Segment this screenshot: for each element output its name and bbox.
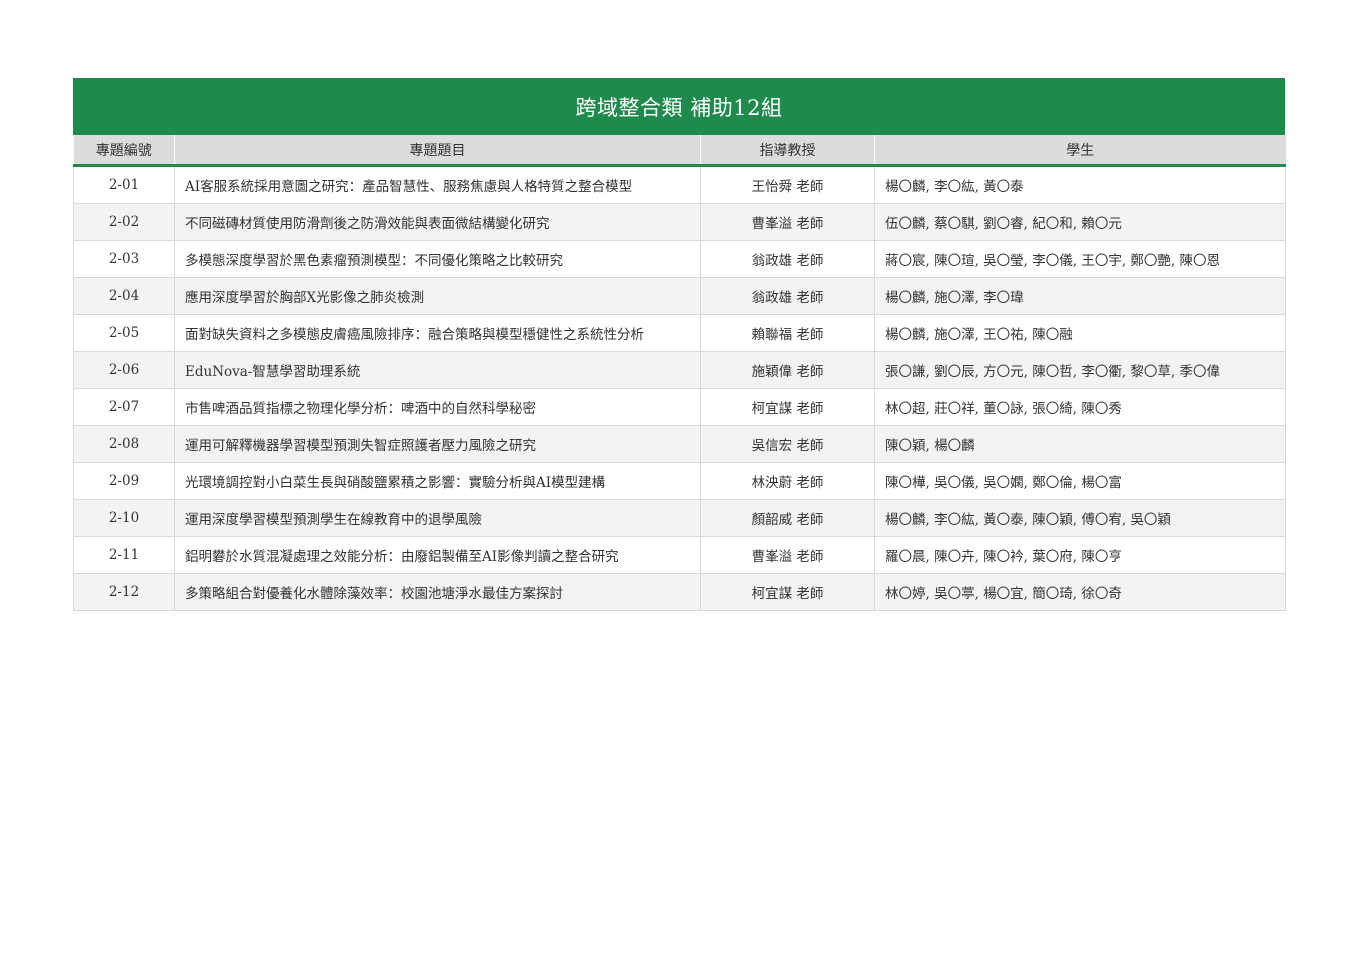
header-project-id: 專題編號 (73, 135, 175, 167)
project-title-cell: 運用深度學習模型預測學生在線教育中的退學風險 (174, 499, 701, 537)
project-id-cell: 2-08 (73, 425, 175, 463)
project-title-cell: 多模態深度學習於黑色素瘤預測模型：不同優化策略之比較研究 (174, 240, 701, 278)
students-cell: 楊〇麟, 李〇紘, 黃〇泰, 陳〇穎, 傅〇宥, 吳〇穎 (874, 499, 1286, 537)
students-cell: 張〇謙, 劉〇辰, 方〇元, 陳〇哲, 李〇衢, 黎〇草, 季〇偉 (874, 351, 1286, 389)
students-cell: 林〇婷, 吳〇葶, 楊〇宜, 簡〇琦, 徐〇奇 (874, 573, 1286, 611)
project-id-cell: 2-01 (73, 165, 175, 204)
students-cell: 蔣〇宸, 陳〇瑄, 吳〇瑩, 李〇儀, 王〇宇, 鄭〇艷, 陳〇恩 (874, 240, 1286, 278)
table-header: 專題編號 專題題目 指導教授 學生 (73, 135, 1286, 167)
project-id-cell: 2-09 (73, 462, 175, 500)
table-row: 2-11 鋁明礬於水質混凝處理之效能分析：由廢鋁製備至AI影像判讀之整合研究 曹峯溢… (73, 536, 1286, 574)
advisor-cell: 翁政雄 老師 (700, 240, 875, 278)
project-title-cell: EduNova-智慧學習助理系統 (174, 351, 701, 389)
project-title-cell: 運用可解釋機器學習模型預測失智症照護者壓力風險之研究 (174, 425, 701, 463)
advisor-cell: 曹峯溢 老師 (700, 203, 875, 241)
project-id-cell: 2-11 (73, 536, 175, 574)
project-id-cell: 2-04 (73, 277, 175, 315)
table-body: 2-01 AI客服系統採用意圖之研究：產品智慧性、服務焦慮與人格特質之整合模型 王怡… (73, 165, 1286, 611)
project-title-cell: 多策略組合對優養化水體除藻效率：校園池塘淨水最佳方案探討 (174, 573, 701, 611)
projects-table: 專題編號 專題題目 指導教授 學生 2-01 AI客服系統採用意圖之研究：產品智慧… (73, 135, 1286, 611)
table-row: 2-02 不同磁磚材質使用防滑劑後之防滑效能與表面微結構變化研究 曹峯溢 老師 伍〇麟… (73, 203, 1286, 241)
project-title-cell: 不同磁磚材質使用防滑劑後之防滑效能與表面微結構變化研究 (174, 203, 701, 241)
advisor-cell: 翁政雄 老師 (700, 277, 875, 315)
table-row: 2-07 市售啤酒品質指標之物理化學分析：啤酒中的自然科學秘密 柯宜謀 老師 林〇超,… (73, 388, 1286, 426)
students-cell: 陳〇穎, 楊〇麟 (874, 425, 1286, 463)
project-id-cell: 2-06 (73, 351, 175, 389)
advisor-cell: 柯宜謀 老師 (700, 388, 875, 426)
project-title-cell: 鋁明礬於水質混凝處理之效能分析：由廢鋁製備至AI影像判讀之整合研究 (174, 536, 701, 574)
category-title: 跨域整合類 補助12組 (575, 95, 783, 120)
table-row: 2-04 應用深度學習於胸部X光影像之肺炎檢測 翁政雄 老師 楊〇麟, 施〇澤, 李〇… (73, 277, 1286, 315)
students-cell: 楊〇麟, 李〇紘, 黃〇泰 (874, 165, 1286, 204)
project-id-cell: 2-05 (73, 314, 175, 352)
category-banner: 跨域整合類 補助12組 (73, 78, 1285, 135)
project-title-cell: AI客服系統採用意圖之研究：產品智慧性、服務焦慮與人格特質之整合模型 (174, 165, 701, 204)
students-cell: 林〇超, 莊〇祥, 董〇詠, 張〇綺, 陳〇秀 (874, 388, 1286, 426)
table-row: 2-05 面對缺失資料之多模態皮膚癌風險排序：融合策略與模型穩健性之系統性分析 賴聯… (73, 314, 1286, 352)
table-row: 2-10 運用深度學習模型預測學生在線教育中的退學風險 顏韶威 老師 楊〇麟, 李〇紘… (73, 499, 1286, 537)
students-cell: 楊〇麟, 施〇澤, 李〇瑋 (874, 277, 1286, 315)
project-id-cell: 2-10 (73, 499, 175, 537)
project-title-cell: 應用深度學習於胸部X光影像之肺炎檢測 (174, 277, 701, 315)
students-cell: 陳〇樺, 吳〇儀, 吳〇嫻, 鄭〇倫, 楊〇富 (874, 462, 1286, 500)
header-project-title: 專題題目 (174, 135, 701, 167)
header-row: 專題編號 專題題目 指導教授 學生 (73, 135, 1286, 167)
table-row: 2-03 多模態深度學習於黑色素瘤預測模型：不同優化策略之比較研究 翁政雄 老師 蔣〇… (73, 240, 1286, 278)
table-row: 2-12 多策略組合對優養化水體除藻效率：校園池塘淨水最佳方案探討 柯宜謀 老師 林〇… (73, 573, 1286, 611)
projects-sheet: 跨域整合類 補助12組 專題編號 專題題目 指導教授 學生 2-01 AI客服系統… (73, 78, 1286, 611)
advisor-cell: 顏韶威 老師 (700, 499, 875, 537)
advisor-cell: 曹峯溢 老師 (700, 536, 875, 574)
advisor-cell: 王怡舜 老師 (700, 165, 875, 204)
table-row: 2-08 運用可解釋機器學習模型預測失智症照護者壓力風險之研究 吳信宏 老師 陳〇穎,… (73, 425, 1286, 463)
students-cell: 伍〇麟, 蔡〇騏, 劉〇睿, 紀〇和, 賴〇元 (874, 203, 1286, 241)
table-row: 2-09 光環境調控對小白菜生長與硝酸鹽累積之影響：實驗分析與AI模型建構 林泱蔚 … (73, 462, 1286, 500)
project-title-cell: 市售啤酒品質指標之物理化學分析：啤酒中的自然科學秘密 (174, 388, 701, 426)
advisor-cell: 施穎偉 老師 (700, 351, 875, 389)
advisor-cell: 賴聯福 老師 (700, 314, 875, 352)
project-id-cell: 2-12 (73, 573, 175, 611)
header-advisor: 指導教授 (700, 135, 875, 167)
project-title-cell: 光環境調控對小白菜生長與硝酸鹽累積之影響：實驗分析與AI模型建構 (174, 462, 701, 500)
advisor-cell: 柯宜謀 老師 (700, 573, 875, 611)
project-title-cell: 面對缺失資料之多模態皮膚癌風險排序：融合策略與模型穩健性之系統性分析 (174, 314, 701, 352)
header-students: 學生 (874, 135, 1286, 167)
project-id-cell: 2-07 (73, 388, 175, 426)
students-cell: 羅〇晨, 陳〇卉, 陳〇衿, 葉〇府, 陳〇亨 (874, 536, 1286, 574)
project-id-cell: 2-02 (73, 203, 175, 241)
advisor-cell: 吳信宏 老師 (700, 425, 875, 463)
table-row: 2-06 EduNova-智慧學習助理系統 施穎偉 老師 張〇謙, 劉〇辰, 方〇元,… (73, 351, 1286, 389)
advisor-cell: 林泱蔚 老師 (700, 462, 875, 500)
table-row: 2-01 AI客服系統採用意圖之研究：產品智慧性、服務焦慮與人格特質之整合模型 王怡… (73, 165, 1286, 204)
project-id-cell: 2-03 (73, 240, 175, 278)
students-cell: 楊〇麟, 施〇澤, 王〇祐, 陳〇融 (874, 314, 1286, 352)
